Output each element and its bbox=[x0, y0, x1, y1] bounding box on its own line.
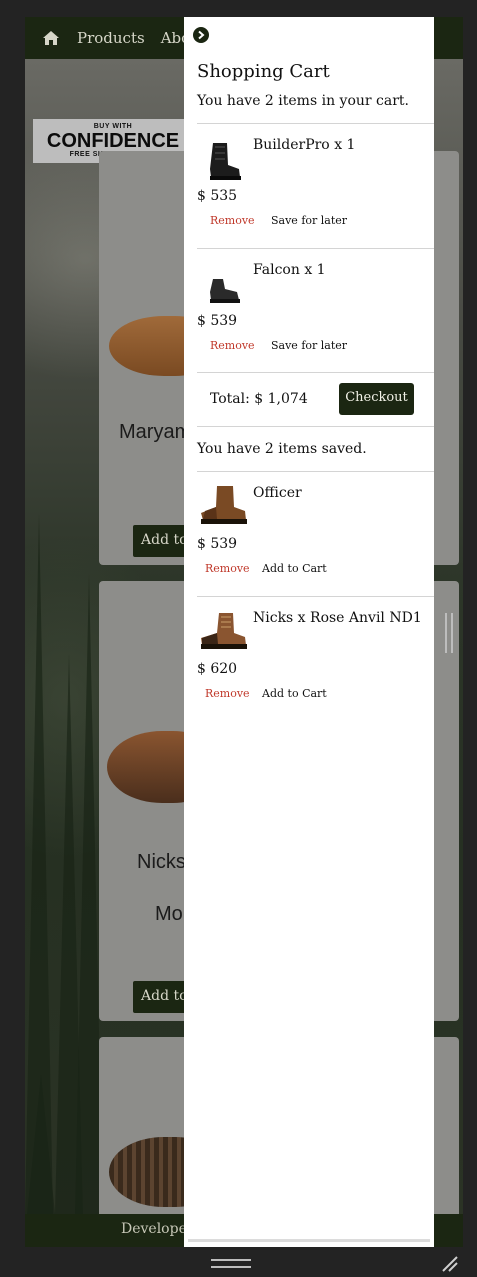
remove-item-link[interactable]: Remove bbox=[205, 562, 250, 575]
officer-boot-thumbnail bbox=[201, 486, 247, 524]
remove-item-link[interactable]: Remove bbox=[210, 339, 255, 352]
home-button[interactable] bbox=[25, 17, 77, 59]
saved-item-name: Officer bbox=[253, 485, 302, 501]
saved-item-name: Nicks x Rose Anvil ND1 bbox=[253, 610, 422, 626]
save-for-later-link[interactable]: Save for later bbox=[271, 339, 347, 352]
divider bbox=[197, 471, 434, 472]
drag-handle[interactable] bbox=[211, 1259, 251, 1269]
shopping-cart-panel: Shopping Cart You have 2 items in your c… bbox=[184, 17, 434, 1247]
resize-grip-icon[interactable] bbox=[439, 1253, 459, 1273]
close-cart-button[interactable] bbox=[193, 27, 209, 43]
saved-item-price: $ 539 bbox=[197, 536, 238, 552]
cart-title: Shopping Cart bbox=[197, 61, 330, 82]
divider bbox=[197, 123, 434, 124]
remove-item-link[interactable]: Remove bbox=[210, 214, 255, 227]
saved-item-price: $ 620 bbox=[197, 661, 238, 677]
chevron-right-icon bbox=[198, 30, 205, 40]
cart-summary: You have 2 items in your cart. bbox=[197, 93, 409, 109]
cart-total: Total: $ 1,074 bbox=[210, 391, 308, 407]
remove-item-link[interactable]: Remove bbox=[205, 687, 250, 700]
nicks-rose-anvil-boot-thumbnail bbox=[201, 613, 247, 649]
cart-item-price: $ 535 bbox=[197, 188, 238, 204]
product-name: Maryam bbox=[119, 421, 192, 443]
divider bbox=[197, 372, 434, 373]
home-icon bbox=[43, 31, 59, 45]
cart-item-name: Falcon x 1 bbox=[253, 262, 326, 278]
horizontal-scrollbar[interactable] bbox=[188, 1239, 430, 1242]
cart-item-price: $ 539 bbox=[197, 313, 238, 329]
product-subname: Mo bbox=[155, 903, 183, 925]
cart-item-name: BuilderPro x 1 bbox=[253, 137, 356, 153]
divider bbox=[197, 248, 434, 249]
falcon-boot-thumbnail bbox=[210, 279, 240, 303]
product-name: Nicks bbox=[137, 851, 186, 873]
builderpro-boot-thumbnail bbox=[210, 143, 241, 180]
add-to-cart-link[interactable]: Add to Cart bbox=[262, 562, 327, 575]
saved-summary: You have 2 items saved. bbox=[197, 441, 367, 457]
banner-line2: CONFIDENCE bbox=[46, 130, 180, 152]
add-to-cart-link[interactable]: Add to Cart bbox=[262, 687, 327, 700]
panel-resize-handle[interactable] bbox=[445, 613, 454, 653]
checkout-button[interactable]: Checkout bbox=[339, 383, 414, 415]
save-for-later-link[interactable]: Save for later bbox=[271, 214, 347, 227]
divider bbox=[197, 596, 434, 597]
nav-link-products[interactable]: Products bbox=[77, 29, 145, 47]
divider bbox=[197, 426, 434, 427]
